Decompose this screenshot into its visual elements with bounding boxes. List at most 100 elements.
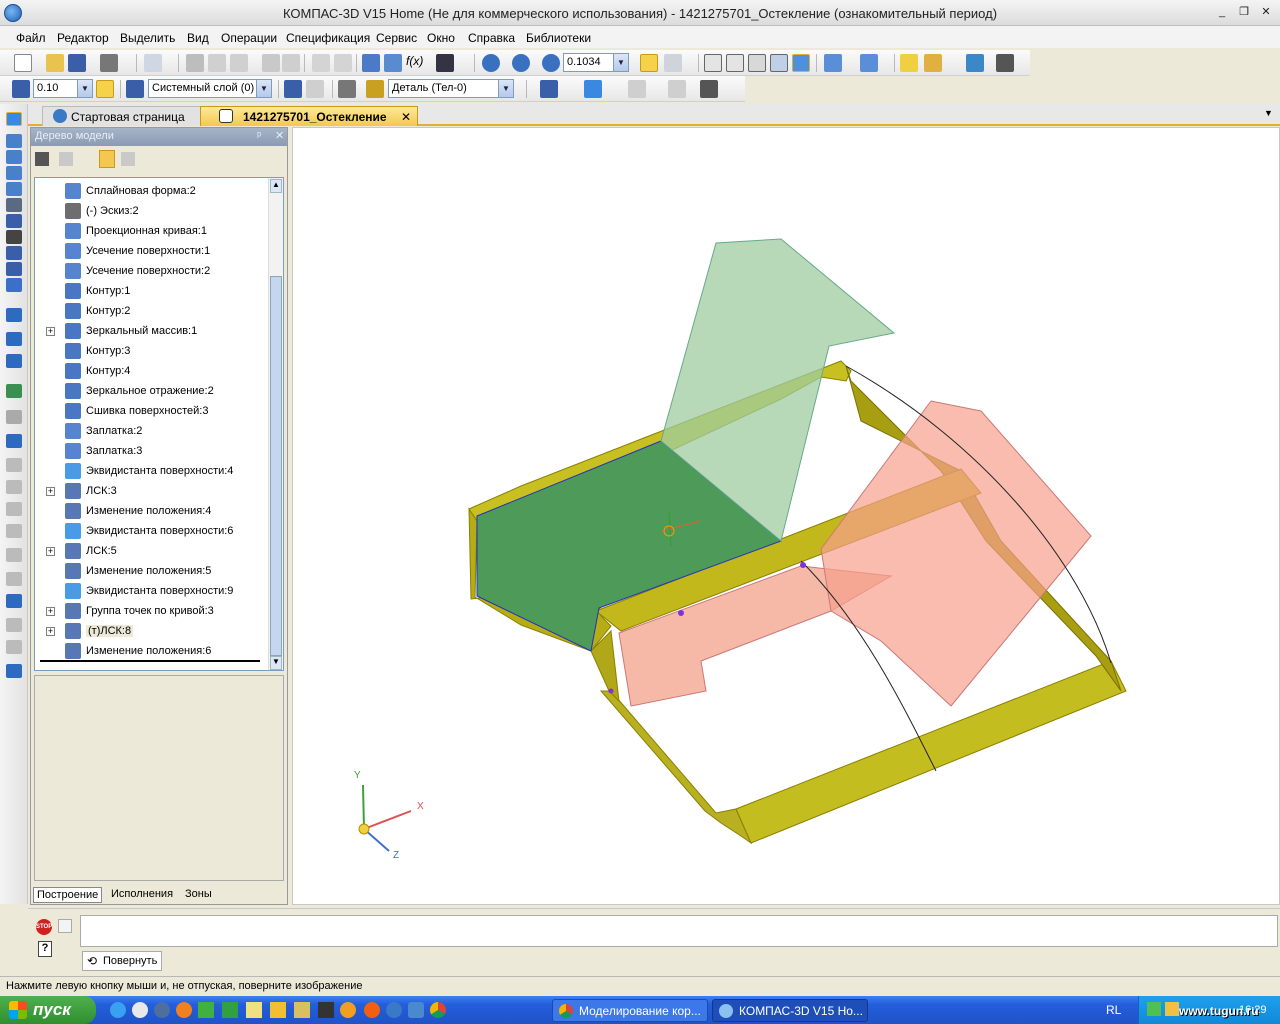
tree-item[interactable]: Контур:2 — [35, 301, 271, 321]
tray-icon[interactable] — [1147, 1002, 1161, 1016]
split-icon[interactable] — [6, 572, 22, 586]
expand-icon[interactable]: + — [46, 327, 55, 336]
style-icon[interactable] — [628, 80, 646, 98]
start-button[interactable]: пуск — [0, 996, 96, 1024]
stop-icon[interactable]: STOP — [36, 919, 52, 935]
menu-select[interactable]: Выделить — [120, 31, 175, 45]
sheet-metal-icon[interactable] — [6, 246, 22, 260]
tree-item[interactable]: Эквидистанта поверхности:4 — [35, 461, 271, 481]
tree-scrollbar[interactable]: ▲ ▼ — [268, 178, 283, 670]
dimensions-icon[interactable] — [6, 262, 22, 276]
3d-viewport[interactable]: Y X Z — [292, 127, 1280, 905]
points-icon[interactable] — [6, 166, 22, 180]
app-icon[interactable] — [408, 1002, 424, 1018]
properties-icon[interactable] — [282, 54, 300, 72]
orientation-icon[interactable] — [664, 54, 682, 72]
grid-icon[interactable] — [58, 919, 72, 933]
tree-item[interactable]: + (т)ЛСК:8 — [35, 621, 271, 641]
color-icon[interactable] — [584, 80, 602, 98]
scroll-thumb[interactable] — [270, 276, 282, 656]
surfaces-icon[interactable] — [6, 150, 22, 164]
tree-item[interactable]: Изменение положения:5 — [35, 561, 271, 581]
restore-button[interactable]: ❐ — [1237, 6, 1251, 19]
lcs-icon[interactable] — [284, 80, 302, 98]
menu-service[interactable]: Сервис — [376, 31, 417, 45]
tree-item[interactable]: + Зеркальный массив:1 — [35, 321, 271, 341]
task-kompas[interactable]: КОМПАС-3D V15 Ho... — [712, 999, 868, 1022]
parts-icon[interactable] — [338, 80, 356, 98]
text-style-icon[interactable] — [700, 80, 718, 98]
scroll-up-icon[interactable]: ▲ — [270, 179, 282, 193]
model-tree[interactable]: Сплайновая форма:2 (-) Эскиз:2 Проекционна… — [34, 177, 284, 671]
calculator-icon[interactable] — [996, 54, 1014, 72]
diagnostics-icon[interactable] — [6, 230, 22, 244]
rotate-icon[interactable] — [640, 54, 658, 72]
tray-icon[interactable] — [1165, 1002, 1179, 1016]
tab-construction[interactable]: Построение — [33, 887, 103, 903]
tree-item[interactable]: Зеркальное отражение:2 — [35, 381, 271, 401]
notes-icon[interactable] — [6, 278, 22, 292]
tree-item[interactable]: (-) Эскиз:2 — [35, 201, 271, 221]
shell-icon[interactable] — [6, 410, 22, 424]
tree-item[interactable]: Контур:4 — [35, 361, 271, 381]
tree-item[interactable]: + Группа точек по кривой:3 — [35, 601, 271, 621]
curves-icon[interactable] — [6, 134, 22, 148]
close-window-button[interactable]: ✕ — [1259, 6, 1273, 19]
undo-icon[interactable] — [312, 54, 330, 72]
lcs-edit-icon[interactable] — [306, 80, 324, 98]
tree-item[interactable]: + ЛСК:5 — [35, 541, 271, 561]
firefox-icon[interactable] — [176, 1002, 192, 1018]
thread-icon[interactable] — [6, 548, 22, 562]
zoom-scale-select[interactable]: 0.1034 ▼ — [563, 53, 629, 72]
hidden-lines-icon[interactable] — [726, 54, 744, 72]
open-folder-icon[interactable] — [46, 54, 64, 72]
menu-libraries[interactable]: Библиотеки — [526, 31, 591, 45]
report-icon[interactable] — [384, 54, 402, 72]
extrude-icon[interactable] — [6, 308, 22, 322]
variables-fx-icon[interactable]: f(x) — [406, 54, 424, 72]
menu-operations[interactable]: Операции — [221, 31, 277, 45]
material-icon[interactable] — [540, 80, 558, 98]
zoom-window-icon[interactable] — [482, 54, 500, 72]
tree-item[interactable]: Контур:3 — [35, 341, 271, 361]
cut-icon[interactable] — [186, 54, 204, 72]
tab-list-chevron-icon[interactable]: ▼ — [1264, 108, 1273, 118]
manager-icon[interactable] — [362, 54, 380, 72]
expand-icon[interactable]: + — [46, 487, 55, 496]
tree-mode2-icon[interactable] — [121, 152, 135, 166]
app-icon[interactable] — [154, 1002, 170, 1018]
tree-item[interactable]: Усечение поверхности:2 — [35, 261, 271, 281]
section-icon[interactable] — [824, 54, 842, 72]
tree-item[interactable]: Сплайновая форма:2 — [35, 181, 271, 201]
tree-item[interactable]: Сшивка поверхностей:3 — [35, 401, 271, 421]
layers-icon[interactable] — [924, 54, 942, 72]
fillet-icon[interactable] — [6, 434, 22, 448]
rotate-tab[interactable]: ⟲ Повернуть — [82, 951, 162, 971]
wireframe-icon[interactable] — [704, 54, 722, 72]
measure-icon[interactable] — [966, 54, 984, 72]
zoom-icon[interactable] — [542, 54, 560, 72]
copy-icon[interactable] — [208, 54, 226, 72]
tree-item[interactable]: + ЛСК:3 — [35, 481, 271, 501]
hidden-thin-icon[interactable] — [748, 54, 766, 72]
ie-icon[interactable] — [110, 1002, 126, 1018]
part-select[interactable]: Деталь (Тел-0) ▼ — [388, 79, 514, 98]
menu-help[interactable]: Справка — [468, 31, 515, 45]
save-icon[interactable] — [68, 54, 86, 72]
preview-icon[interactable] — [144, 54, 162, 72]
app-icon[interactable] — [270, 1002, 286, 1018]
zoom-all-icon[interactable] — [512, 54, 530, 72]
format-brush-icon[interactable] — [262, 54, 280, 72]
chevron-down-icon[interactable]: ▼ — [613, 54, 628, 71]
tree-item[interactable]: Заплатка:2 — [35, 421, 271, 441]
layers-list-icon[interactable] — [126, 80, 144, 98]
cursor-step-icon[interactable] — [12, 80, 30, 98]
halftone-icon[interactable] — [770, 54, 788, 72]
tree-list-icon[interactable] — [59, 152, 73, 166]
tree-item[interactable]: Усечение поверхности:1 — [35, 241, 271, 261]
kompas-icon[interactable] — [386, 1002, 402, 1018]
filter-icon[interactable] — [6, 214, 22, 228]
tab-start-page[interactable]: Стартовая страница — [42, 106, 206, 126]
app-icon[interactable] — [318, 1002, 334, 1018]
scale-icon[interactable] — [6, 640, 22, 654]
